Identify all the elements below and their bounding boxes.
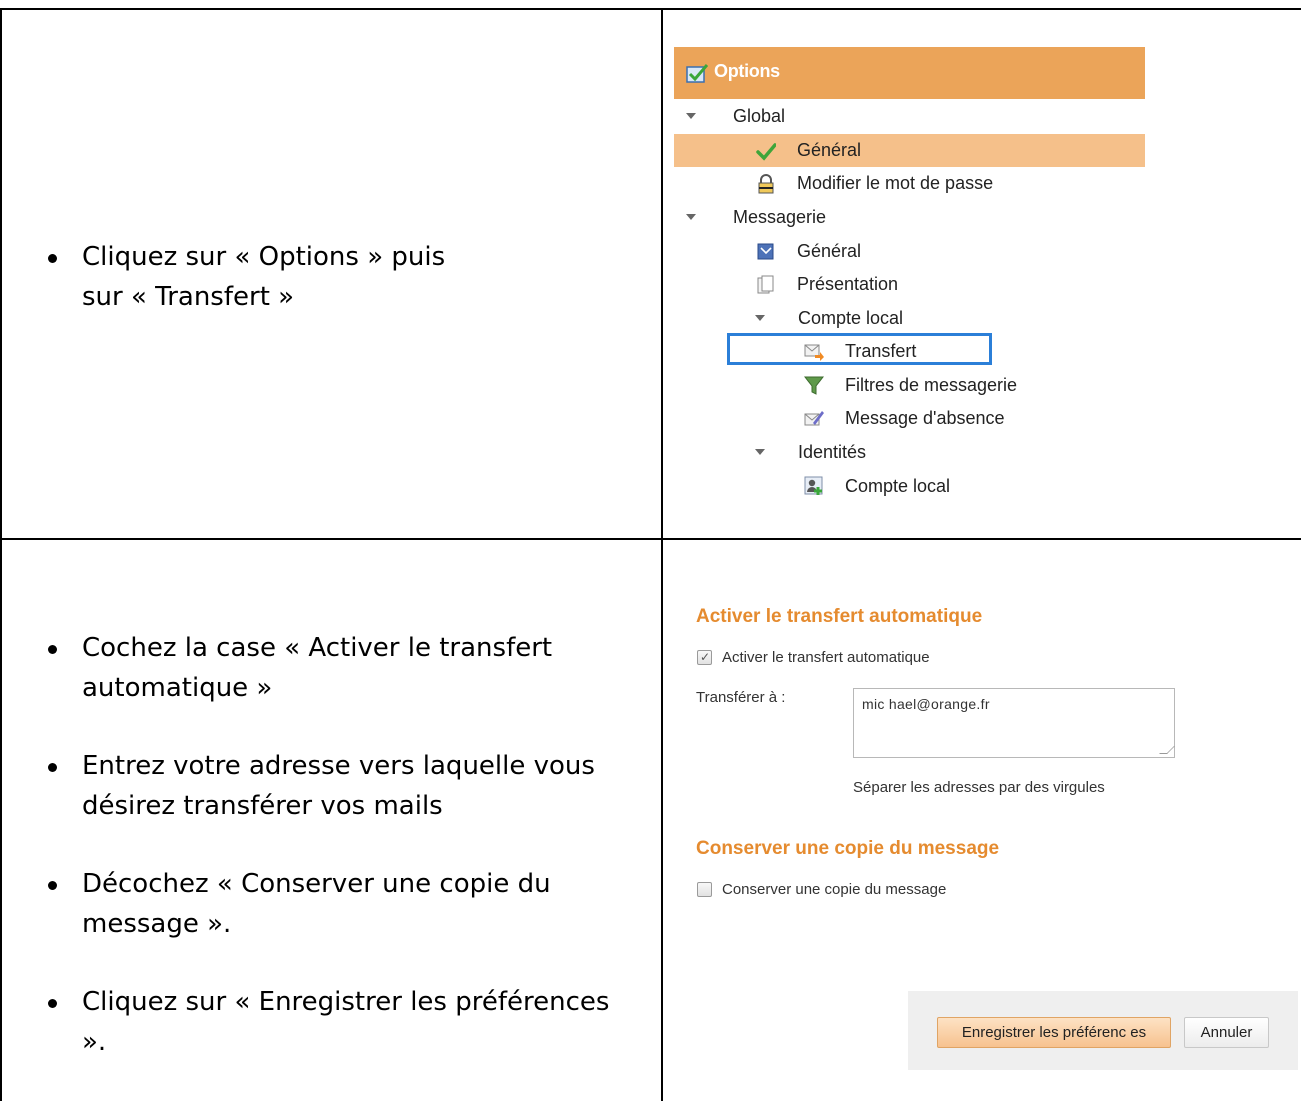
keep-copy-section-title: Conserver une copie du message: [696, 838, 1000, 859]
tree-item-identity-local-account[interactable]: Compte local: [674, 470, 1145, 503]
user-add-icon: [804, 476, 823, 495]
table-border-left: [0, 8, 2, 1101]
tree-label: Messagerie: [733, 207, 827, 227]
mail-settings-icon: [757, 243, 774, 260]
tree-item-mail-filters[interactable]: Filtres de messagerie: [674, 369, 1145, 402]
tree-label: Présentation: [797, 274, 899, 294]
tree-label: Général: [797, 241, 862, 261]
expand-arrow-icon[interactable]: [686, 214, 696, 220]
table-border-top: [0, 8, 1301, 10]
checklist-icon: [686, 64, 708, 83]
tree-label: Identités: [798, 442, 867, 462]
tree-group-messagerie[interactable]: Messagerie: [674, 201, 1145, 234]
instructions-bottom: Cochez la case « Activer le transfert au…: [48, 628, 628, 1100]
padlock-icon: [758, 174, 774, 194]
options-header[interactable]: Options: [674, 47, 1145, 99]
transfert-highlight-box: [727, 333, 992, 365]
tree-group-global[interactable]: Global: [674, 100, 1145, 133]
tree-item-presentation[interactable]: Présentation: [674, 268, 1145, 301]
bullet-icon: [48, 999, 57, 1008]
auto-forward-section-title: Activer le transfert automatique: [696, 606, 983, 627]
table-border-middle: [0, 538, 1301, 540]
expand-arrow-icon[interactable]: [686, 113, 696, 119]
auto-forward-checkbox-label[interactable]: Activer le transfert automatique: [722, 649, 930, 666]
forward-to-label: Transférer à :: [696, 689, 786, 706]
button-bar: Enregistrer les préférenc es Annuler: [908, 991, 1298, 1070]
tree-group-identities[interactable]: Identités: [674, 436, 1145, 469]
cancel-button[interactable]: Annuler: [1184, 1017, 1269, 1048]
tree-label: Global: [733, 106, 786, 126]
pages-icon: [757, 275, 774, 294]
bullet-icon: [48, 254, 57, 263]
tree-label: Filtres de messagerie: [845, 375, 1018, 395]
bullet-icon: [48, 881, 57, 890]
instruction-item: Cliquez sur « Options » puis sur « Trans…: [48, 237, 488, 317]
resize-grip-icon[interactable]: [1159, 746, 1175, 754]
instructions-top: Cliquez sur « Options » puis sur « Trans…: [48, 237, 488, 317]
auto-forward-checkbox[interactable]: ✓: [697, 650, 712, 665]
forward-to-textarea[interactable]: mic hael@orange.fr: [853, 688, 1175, 758]
options-title: Options: [714, 61, 780, 81]
keep-copy-checkbox-label[interactable]: Conserver une copie du message: [722, 881, 946, 898]
expand-arrow-icon[interactable]: [755, 315, 765, 321]
expand-arrow-icon[interactable]: [755, 449, 765, 455]
tree-item-change-password[interactable]: Modifier le mot de passe: [674, 167, 1145, 200]
instruction-item: Cochez la case « Activer le transfert au…: [48, 628, 628, 708]
green-check-icon: [756, 143, 776, 161]
checkmark-icon: ✓: [700, 650, 711, 664]
bullet-icon: [48, 645, 57, 654]
bullet-icon: [48, 763, 57, 772]
forward-to-value: mic hael@orange.fr: [862, 696, 990, 712]
table-border-center: [661, 8, 663, 1101]
tree-label: Compte local: [845, 476, 951, 496]
tree-item-general-mail[interactable]: Général: [674, 235, 1145, 268]
tree-label: Message d'absence: [845, 408, 1005, 428]
tree-label: Général: [797, 140, 862, 160]
address-separator-hint: Séparer les adresses par des virgules: [853, 779, 1105, 796]
instruction-item: Cliquez sur « Enregistrer les préférence…: [48, 982, 628, 1062]
tree-item-absence-message[interactable]: Message d'absence: [674, 402, 1145, 435]
absence-mail-icon: [804, 411, 824, 426]
funnel-icon: [804, 376, 824, 395]
instruction-item: Décochez « Conserver une copie du messag…: [48, 864, 628, 944]
tree-group-local-account[interactable]: Compte local: [674, 302, 1145, 335]
tree-item-general-global[interactable]: Général: [674, 134, 1145, 167]
tree-label: Compte local: [798, 308, 904, 328]
keep-copy-checkbox[interactable]: [697, 882, 712, 897]
save-preferences-button[interactable]: Enregistrer les préférenc es: [937, 1017, 1171, 1048]
tree-label: Modifier le mot de passe: [797, 173, 994, 193]
instruction-item: Entrez votre adresse vers laquelle vous …: [48, 746, 628, 826]
